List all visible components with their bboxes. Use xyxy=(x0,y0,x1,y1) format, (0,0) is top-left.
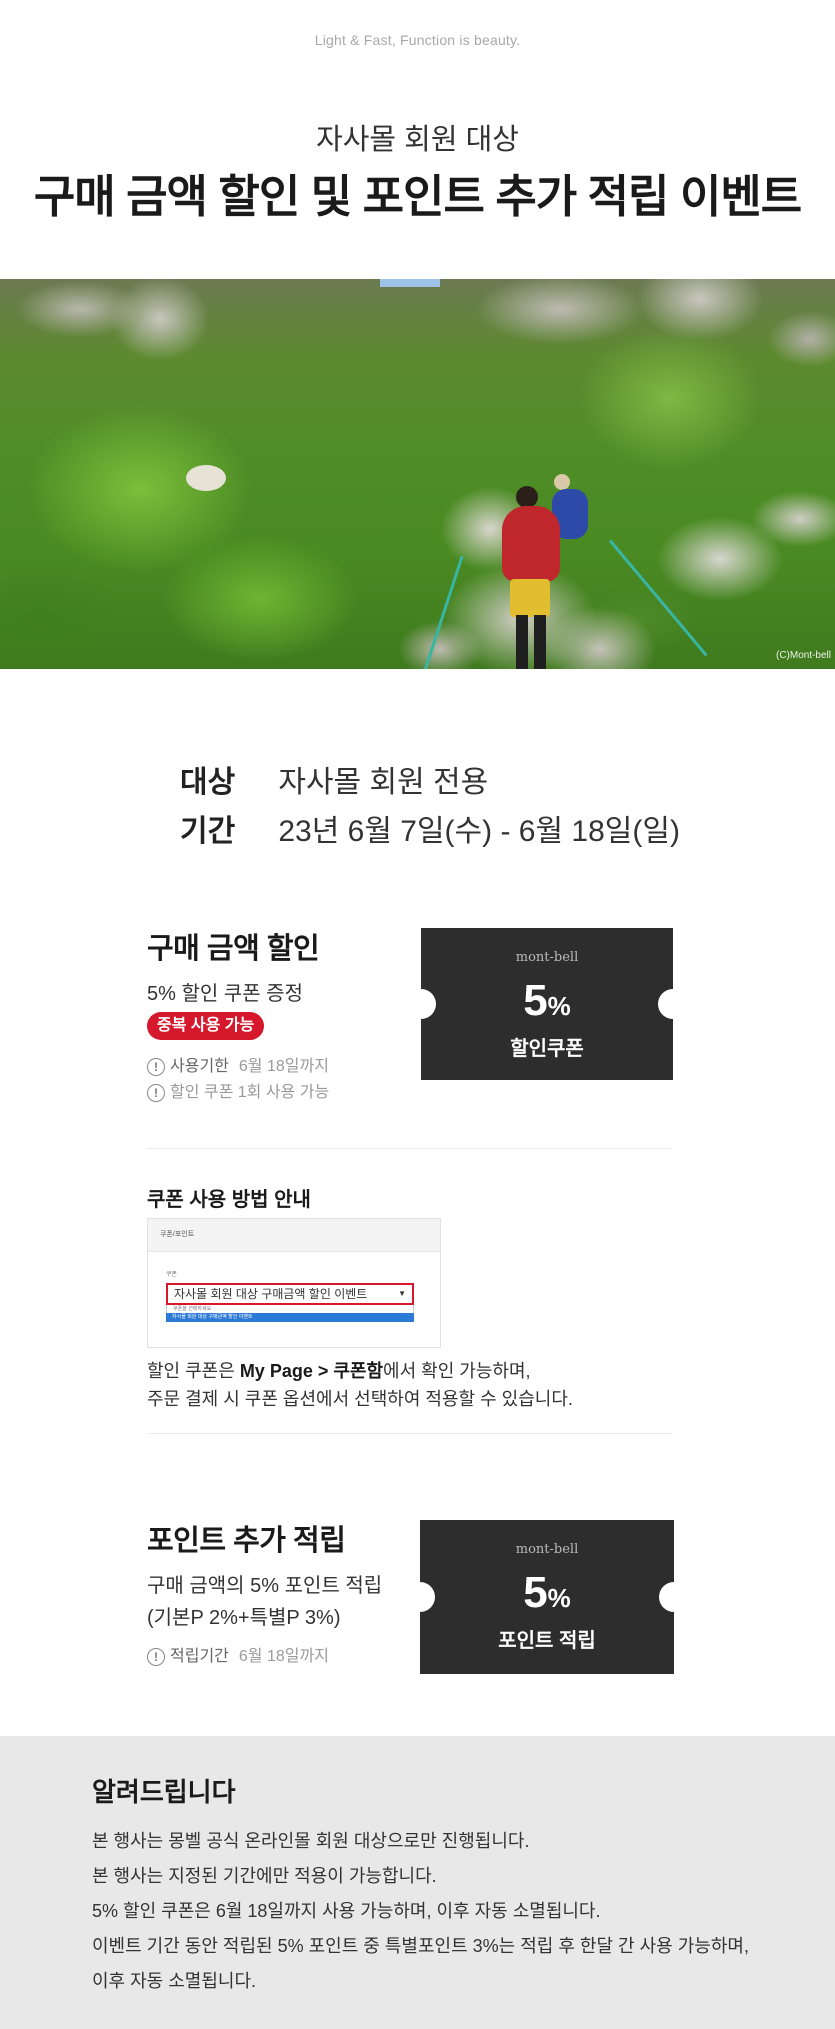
ticket-percent: 5% xyxy=(421,976,673,1026)
ticket-percent-unit: % xyxy=(547,991,571,1021)
discount-coupon-ticket: mont-bell 5% 할인쿠폰 xyxy=(406,928,688,1080)
ticket-percent-number: 5 xyxy=(523,976,548,1025)
guide-line-1: 할인 쿠폰은 My Page > 쿠폰함에서 확인 가능하며, xyxy=(147,1357,573,1385)
section-divider xyxy=(147,1148,672,1149)
ticket-brand: mont-bell xyxy=(515,950,579,965)
points-title: 포인트 추가 적립 xyxy=(147,1525,346,1557)
points-description: 구매 금액의 5% 포인트 적립 (기본P 2%+특별P 3%) xyxy=(147,1570,382,1634)
mock-option-placeholder: 쿠폰을 선택하세요 xyxy=(166,1305,414,1313)
points-ticket: mont-bell 5% 포인트 적립 xyxy=(405,1520,689,1674)
coupon-select-screenshot: 쿠폰/포인트 쿠폰 자사몰 회원 대상 구매금액 할인 이벤트 ▼ 쿠폰을 선택… xyxy=(147,1218,441,1348)
notice-item: 본 행사는 몽벨 공식 온라인몰 회원 대상으로만 진행됩니다. xyxy=(92,1831,530,1851)
discount-description: 5% 할인 쿠폰 증정 xyxy=(147,983,303,1005)
mock-selected-value: 자사몰 회원 대상 구매금액 할인 이벤트 xyxy=(174,1287,368,1301)
hero-boulder xyxy=(186,465,226,491)
hiker-front-legs xyxy=(516,615,546,669)
points-line-2: (기본P 2%+특별P 3%) xyxy=(147,1607,341,1629)
photo-copyright: (C)Mont-bell xyxy=(775,650,831,661)
hero-image: (C)Mont-bell xyxy=(0,279,835,669)
notice-item: 이벤트 기간 동안 적립된 5% 포인트 중 특별포인트 3%는 적립 후 한달… xyxy=(92,1936,749,1956)
points-note-period: ! 적립기간 6월 18일까지 xyxy=(147,1646,329,1668)
guide-mypage-path: My Page > 쿠폰함 xyxy=(239,1361,384,1381)
discount-note-once: ! 할인 쿠폰 1회 사용 가능 xyxy=(147,1082,329,1104)
ticket-brand: mont-bell xyxy=(515,1542,579,1557)
hiker-front-backpack xyxy=(502,506,560,582)
brand-tagline: Light & Fast, Function is beauty. xyxy=(314,32,521,48)
note-value: 할인 쿠폰 1회 사용 가능 xyxy=(170,1084,330,1101)
event-title: 구매 금액 할인 및 포인트 추가 적립 이벤트 xyxy=(33,171,802,222)
mock-header: 쿠폰/포인트 xyxy=(148,1219,440,1252)
note-value: 6월 18일까지 xyxy=(238,1058,329,1075)
points-line-1: 구매 금액의 5% 포인트 적립 xyxy=(147,1575,383,1597)
coupon-guide-text: 할인 쿠폰은 My Page > 쿠폰함에서 확인 가능하며, 주문 결제 시 … xyxy=(147,1357,573,1413)
ticket-caption: 포인트 적립 xyxy=(498,1630,596,1652)
ticket-percent: 5% xyxy=(420,1568,674,1618)
info-icon: ! xyxy=(147,1058,165,1076)
period-value: 23년 6월 7일(수) - 6월 18일(일) xyxy=(278,815,680,848)
period-label: 기간 xyxy=(180,815,236,848)
discount-note-expiry: ! 사용기한 6월 18일까지 xyxy=(147,1056,329,1078)
section-divider xyxy=(147,1433,672,1434)
hiker-back-head xyxy=(554,474,570,490)
note-label: 적립기간 xyxy=(170,1648,229,1665)
event-subtitle: 자사몰 회원 대상 xyxy=(316,124,519,156)
guide-line-2: 주문 결제 시 쿠폰 옵션에서 선택하여 적용할 수 있습니다. xyxy=(147,1389,573,1409)
event-page: Light & Fast, Function is beauty. 자사몰 회원… xyxy=(0,0,835,2029)
discount-title: 구매 금액 할인 xyxy=(147,933,320,965)
target-row: 대상 자사몰 회원 전용 xyxy=(180,757,488,801)
guide-line-1-pre: 할인 쿠폰은 xyxy=(147,1361,240,1381)
target-label: 대상 xyxy=(180,766,236,799)
mock-coupon-select: 자사몰 회원 대상 구매금액 할인 이벤트 ▼ xyxy=(166,1283,414,1305)
period-row: 기간 23년 6월 7일(수) - 6월 18일(일) xyxy=(180,806,680,850)
target-value: 자사몰 회원 전용 xyxy=(278,766,489,799)
hiker-front-shorts xyxy=(510,579,550,617)
note-label: 사용기한 xyxy=(170,1058,229,1075)
hiker-front-head xyxy=(516,486,538,508)
ticket-caption: 할인쿠폰 xyxy=(510,1038,584,1060)
guide-line-1-post: 에서 확인 가능하며, xyxy=(383,1361,531,1381)
duplicate-use-badge: 중복 사용 가능 xyxy=(147,1012,265,1040)
mock-option-highlighted: 자사몰 회원 대상 구매금액 할인 이벤트 xyxy=(166,1313,414,1322)
mock-field-label: 쿠폰 xyxy=(166,1272,178,1278)
info-icon: ! xyxy=(147,1084,165,1102)
notice-item: 이후 자동 소멸됩니다. xyxy=(92,1971,257,1991)
info-icon: ! xyxy=(147,1648,165,1666)
notice-item: 5% 할인 쿠폰은 6월 18일까지 사용 가능하며, 이후 자동 소멸됩니다. xyxy=(92,1901,601,1921)
notice-title: 알려드립니다 xyxy=(92,1777,236,1807)
ticket-percent-number: 5 xyxy=(523,1568,548,1617)
hero-slope-left xyxy=(0,339,420,669)
caret-down-icon: ▼ xyxy=(398,1289,406,1298)
notice-list: 본 행사는 몽벨 공식 온라인몰 회원 대상으로만 진행됩니다. 본 행사는 지… xyxy=(92,1824,749,1999)
coupon-guide-title: 쿠폰 사용 방법 안내 xyxy=(147,1189,311,1211)
notice-section: 알려드립니다 본 행사는 몽벨 공식 온라인몰 회원 대상으로만 진행됩니다. … xyxy=(0,1736,835,2029)
note-value: 6월 18일까지 xyxy=(238,1648,329,1665)
ticket-percent-unit: % xyxy=(547,1583,571,1613)
notice-item: 본 행사는 지정된 기간에만 적용이 가능합니다. xyxy=(92,1866,437,1886)
